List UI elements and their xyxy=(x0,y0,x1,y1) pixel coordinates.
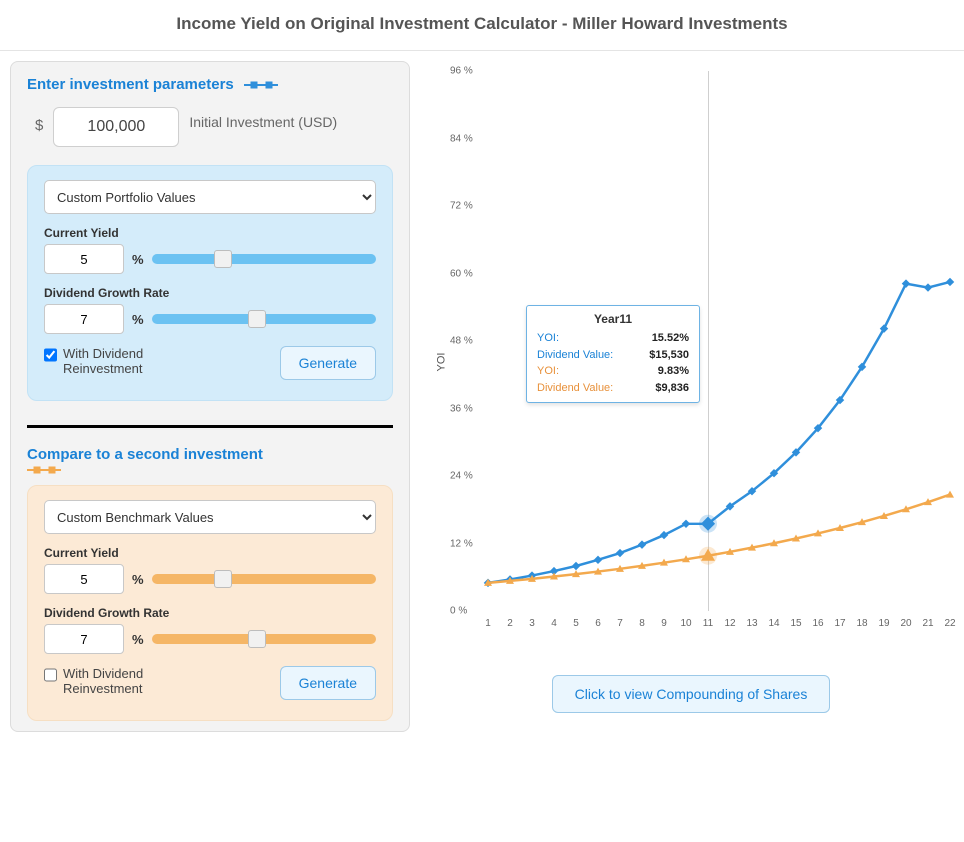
percent-label: % xyxy=(132,312,144,327)
y-tick-label: 24 % xyxy=(450,471,473,482)
tooltip-row-value: $9,836 xyxy=(655,380,689,397)
x-tick-label: 5 xyxy=(573,618,579,629)
x-tick-label: 14 xyxy=(768,618,779,629)
benchmark-generate-button[interactable]: Generate xyxy=(280,666,376,700)
benchmark-panel: Custom Benchmark Values Current Yield % … xyxy=(27,485,393,721)
portfolio-current-yield-label: Current Yield xyxy=(44,226,376,240)
currency-symbol: $ xyxy=(35,107,43,134)
portfolio-generate-button[interactable]: Generate xyxy=(280,346,376,380)
portfolio-current-yield-slider[interactable] xyxy=(152,254,376,264)
portfolio-reinvest-label: With Dividend Reinvestment xyxy=(63,346,214,376)
portfolio-reinvest-checkbox-wrap[interactable]: With Dividend Reinvestment xyxy=(44,346,214,376)
y-tick-label: 60 % xyxy=(450,268,473,279)
x-tick-label: 6 xyxy=(595,618,601,629)
percent-label: % xyxy=(132,632,144,647)
initial-investment-label: Initial Investment (USD) xyxy=(189,107,337,133)
benchmark-values-select[interactable]: Custom Benchmark Values xyxy=(44,500,376,534)
tooltip-row-label: YOI: xyxy=(537,330,559,347)
y-tick-label: 96 % xyxy=(450,66,473,77)
benchmark-growth-slider[interactable] xyxy=(152,634,376,644)
x-tick-label: 9 xyxy=(661,618,667,629)
benchmark-growth-input[interactable] xyxy=(44,624,124,654)
x-tick-label: 8 xyxy=(639,618,645,629)
chart-tooltip: Year11 YOI: 15.52% Dividend Value: $15,530 Y… xyxy=(526,305,700,403)
tooltip-title: Year11 xyxy=(537,312,689,326)
section-compare-label: Compare to a second investment xyxy=(27,446,263,463)
x-tick-label: 18 xyxy=(856,618,867,629)
series-legend-blue-icon xyxy=(244,84,278,86)
y-tick-label: 72 % xyxy=(450,201,473,212)
x-tick-label: 15 xyxy=(790,618,801,629)
y-tick-label: 48 % xyxy=(450,336,473,347)
y-axis-title: YOI xyxy=(435,353,447,372)
page-title: Income Yield on Original Investment Calc… xyxy=(0,0,964,51)
portfolio-current-yield-input[interactable] xyxy=(44,244,124,274)
benchmark-current-yield-slider[interactable] xyxy=(152,574,376,584)
x-tick-label: 21 xyxy=(922,618,933,629)
tooltip-row-value: 9.83% xyxy=(658,363,689,380)
divider xyxy=(27,425,393,428)
x-tick-label: 13 xyxy=(746,618,757,629)
section-enter-params-label: Enter investment parameters xyxy=(27,76,234,93)
portfolio-growth-input[interactable] xyxy=(44,304,124,334)
x-tick-label: 11 xyxy=(703,618,713,629)
portfolio-growth-label: Dividend Growth Rate xyxy=(44,286,376,300)
x-tick-label: 16 xyxy=(812,618,823,629)
benchmark-current-yield-input[interactable] xyxy=(44,564,124,594)
tooltip-row-label: Dividend Value: xyxy=(537,347,613,364)
x-tick-label: 19 xyxy=(878,618,889,629)
parameters-panel: Enter investment parameters $ Initial In… xyxy=(10,61,410,732)
view-compounding-button[interactable]: Click to view Compounding of Shares xyxy=(552,675,831,713)
portfolio-reinvest-checkbox[interactable] xyxy=(44,348,57,362)
y-tick-label: 84 % xyxy=(450,133,473,144)
x-tick-label: 17 xyxy=(834,618,845,629)
yoi-chart: YOI Year11 YOI: 15.52% Dividend Value: $15,… xyxy=(434,67,954,657)
x-tick-label: 2 xyxy=(507,618,513,629)
section-enter-params-title: Enter investment parameters xyxy=(27,76,393,93)
x-tick-label: 4 xyxy=(551,618,557,629)
benchmark-current-yield-label: Current Yield xyxy=(44,546,376,560)
portfolio-panel: Custom Portfolio Values Current Yield % … xyxy=(27,165,393,401)
x-tick-label: 7 xyxy=(617,618,623,629)
y-tick-label: 36 % xyxy=(450,403,473,414)
tooltip-row-label: YOI: xyxy=(537,363,559,380)
portfolio-values-select[interactable]: Custom Portfolio Values xyxy=(44,180,376,214)
benchmark-growth-label: Dividend Growth Rate xyxy=(44,606,376,620)
percent-label: % xyxy=(132,572,144,587)
benchmark-reinvest-checkbox[interactable] xyxy=(44,668,57,682)
tooltip-row-value: $15,530 xyxy=(649,347,689,364)
section-compare-title: Compare to a second investment xyxy=(27,446,393,463)
x-tick-label: 22 xyxy=(944,618,955,629)
percent-label: % xyxy=(132,252,144,267)
benchmark-reinvest-label: With Dividend Reinvestment xyxy=(63,666,214,696)
benchmark-reinvest-checkbox-wrap[interactable]: With Dividend Reinvestment xyxy=(44,666,214,696)
x-tick-label: 3 xyxy=(529,618,535,629)
series-legend-orange-icon xyxy=(27,469,393,471)
portfolio-growth-slider[interactable] xyxy=(152,314,376,324)
y-tick-label: 0 % xyxy=(450,606,467,617)
x-tick-label: 10 xyxy=(680,618,691,629)
x-tick-label: 20 xyxy=(900,618,911,629)
tooltip-row-value: 15.52% xyxy=(652,330,689,347)
x-tick-label: 1 xyxy=(485,618,491,629)
x-tick-label: 12 xyxy=(724,618,735,629)
y-tick-label: 12 % xyxy=(450,538,473,549)
initial-investment-input[interactable] xyxy=(53,107,179,147)
tooltip-row-label: Dividend Value: xyxy=(537,380,613,397)
